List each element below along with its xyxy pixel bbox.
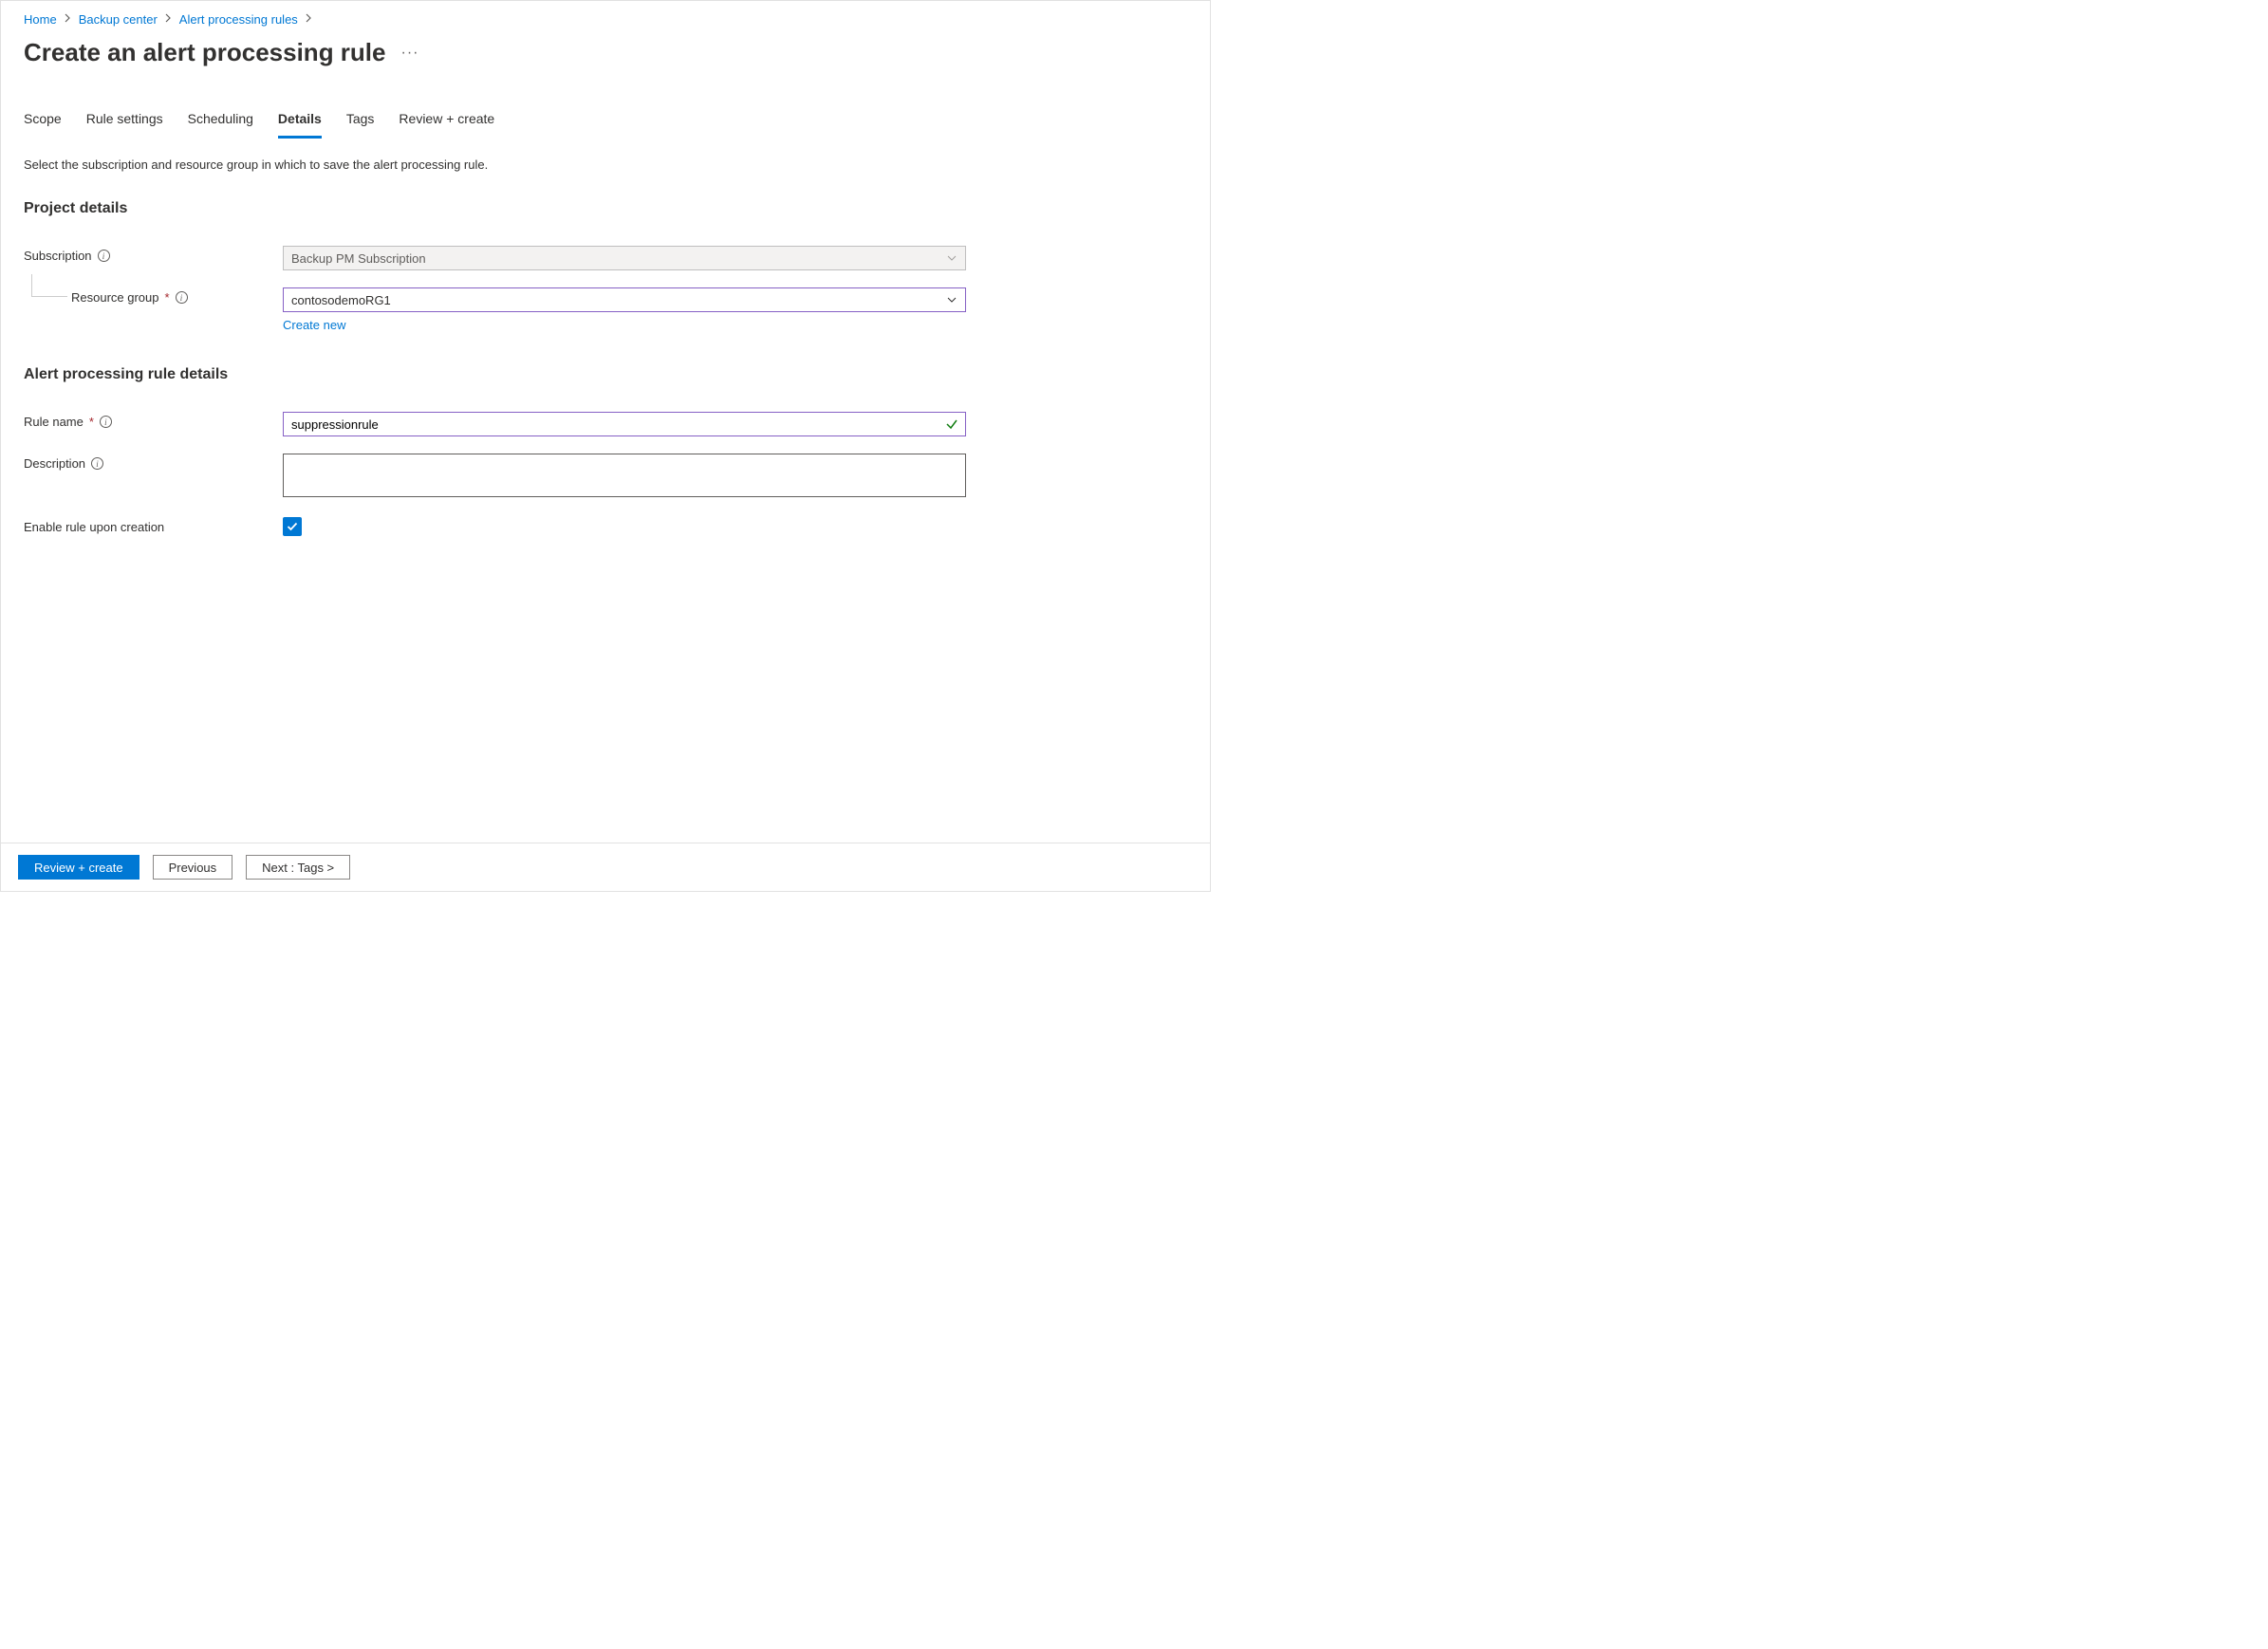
- breadcrumb: Home Backup center Alert processing rule…: [24, 10, 1187, 38]
- section-project-details: Project details: [24, 200, 1187, 246]
- required-indicator: *: [165, 290, 170, 305]
- info-icon[interactable]: i: [176, 291, 188, 304]
- page-title: Create an alert processing rule: [24, 38, 385, 67]
- page-title-row: Create an alert processing rule ···: [24, 38, 1187, 111]
- tab-description: Select the subscription and resource gro…: [24, 139, 1187, 200]
- required-indicator: *: [89, 415, 94, 429]
- breadcrumb-backup-center[interactable]: Backup center: [79, 12, 158, 27]
- info-icon[interactable]: i: [98, 250, 110, 262]
- create-new-link[interactable]: Create new: [283, 312, 345, 332]
- chevron-right-icon: [306, 13, 312, 26]
- chevron-down-icon: [946, 294, 957, 306]
- enable-rule-checkbox[interactable]: [283, 517, 302, 536]
- chevron-down-icon: [946, 252, 957, 264]
- footer: Review + create Previous Next : Tags >: [1, 843, 1210, 891]
- more-actions-icon[interactable]: ···: [400, 45, 418, 62]
- tab-details[interactable]: Details: [278, 111, 322, 139]
- info-icon[interactable]: i: [100, 416, 112, 428]
- description-input[interactable]: [283, 454, 966, 497]
- checkmark-icon: [945, 417, 958, 431]
- tab-tags[interactable]: Tags: [346, 111, 375, 139]
- section-rule-details: Alert processing rule details: [24, 366, 1187, 412]
- enable-rule-label: Enable rule upon creation: [24, 517, 283, 534]
- tree-connector-icon: [31, 274, 67, 297]
- tab-scheduling[interactable]: Scheduling: [188, 111, 253, 139]
- breadcrumb-alert-processing-rules[interactable]: Alert processing rules: [179, 12, 298, 27]
- tab-review-create[interactable]: Review + create: [399, 111, 494, 139]
- previous-button[interactable]: Previous: [153, 855, 233, 880]
- next-tags-button[interactable]: Next : Tags >: [246, 855, 350, 880]
- breadcrumb-home[interactable]: Home: [24, 12, 57, 27]
- subscription-select: Backup PM Subscription: [283, 246, 966, 270]
- rule-name-label: Rule name * i: [24, 412, 283, 429]
- tab-scope[interactable]: Scope: [24, 111, 62, 139]
- subscription-label: Subscription i: [24, 246, 283, 263]
- tab-rule-settings[interactable]: Rule settings: [86, 111, 163, 139]
- review-create-button[interactable]: Review + create: [18, 855, 139, 880]
- tabs: Scope Rule settings Scheduling Details T…: [24, 111, 1187, 139]
- resource-group-select[interactable]: contosodemoRG1: [283, 287, 966, 312]
- subscription-value: Backup PM Subscription: [291, 251, 426, 266]
- rule-name-input[interactable]: [283, 412, 966, 436]
- info-icon[interactable]: i: [91, 457, 103, 470]
- chevron-right-icon: [65, 13, 71, 26]
- resource-group-label: Resource group * i: [24, 287, 283, 305]
- description-label: Description i: [24, 454, 283, 471]
- resource-group-value: contosodemoRG1: [291, 293, 391, 307]
- chevron-right-icon: [165, 13, 172, 26]
